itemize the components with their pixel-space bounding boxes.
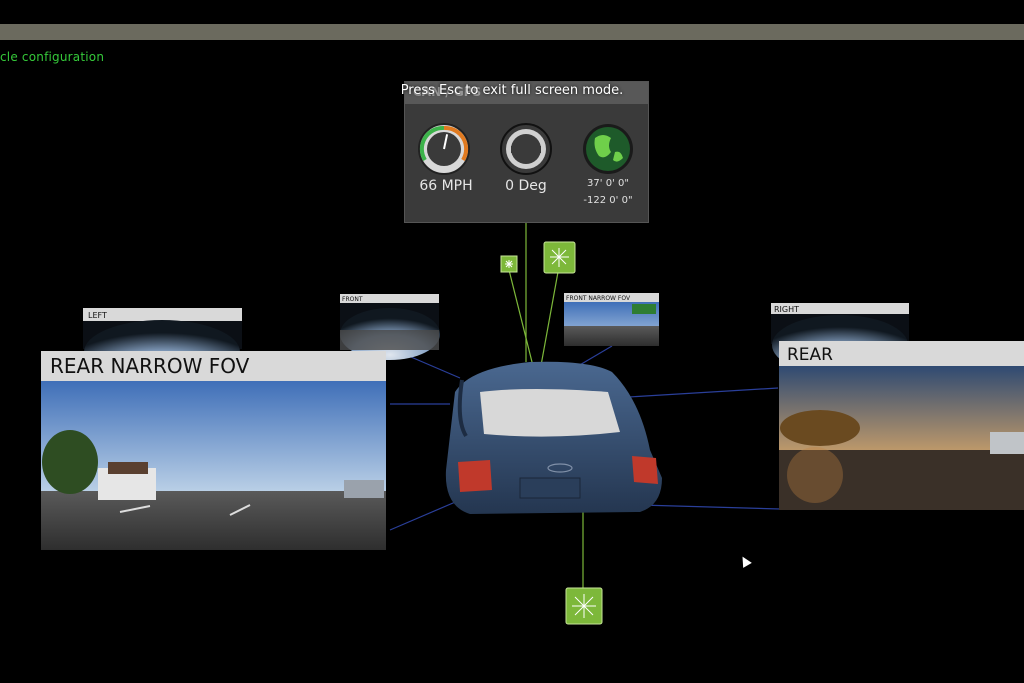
steering-readout: 0 Deg [505,178,547,194]
camera-left-title: LEFT [88,311,107,320]
speedometer-icon [418,123,470,175]
globe-icon [583,124,633,174]
camera-rear-narrow-title: REAR NARROW FOV [50,354,250,378]
fullscreen-exit-notice: Press Esc to exit full screen mode. [400,83,624,98]
camera-rear[interactable]: REAR [779,341,1024,510]
camera-front-title: FRONT [342,296,363,303]
vehicle-status-panel: CAN / GPS 66 MPH 0 Deg 37' 0' 0" -122 0'… [404,81,649,223]
speed-readout: 66 MPH [419,178,473,194]
latitude-readout: 37' 0' 0" [587,178,629,189]
camera-front-narrow-title: FRONT NARROW FOV [566,295,631,302]
vehicle-model[interactable] [445,361,662,514]
camera-front[interactable]: FRONT [340,294,440,360]
camera-front-narrow[interactable]: FRONT NARROW FOV [564,293,659,346]
camera-rear-narrow[interactable]: REAR NARROW FOV [41,351,386,550]
camera-right-title: RIGHT [774,305,799,314]
sensor-burst-icon[interactable] [543,241,576,274]
sensor-burst-icon[interactable] [500,255,518,273]
sensor-burst-icon[interactable] [565,587,603,625]
steering-wheel-icon [500,123,552,175]
longitude-readout: -122 0' 0" [583,195,633,206]
camera-rear-title: REAR [787,345,833,365]
